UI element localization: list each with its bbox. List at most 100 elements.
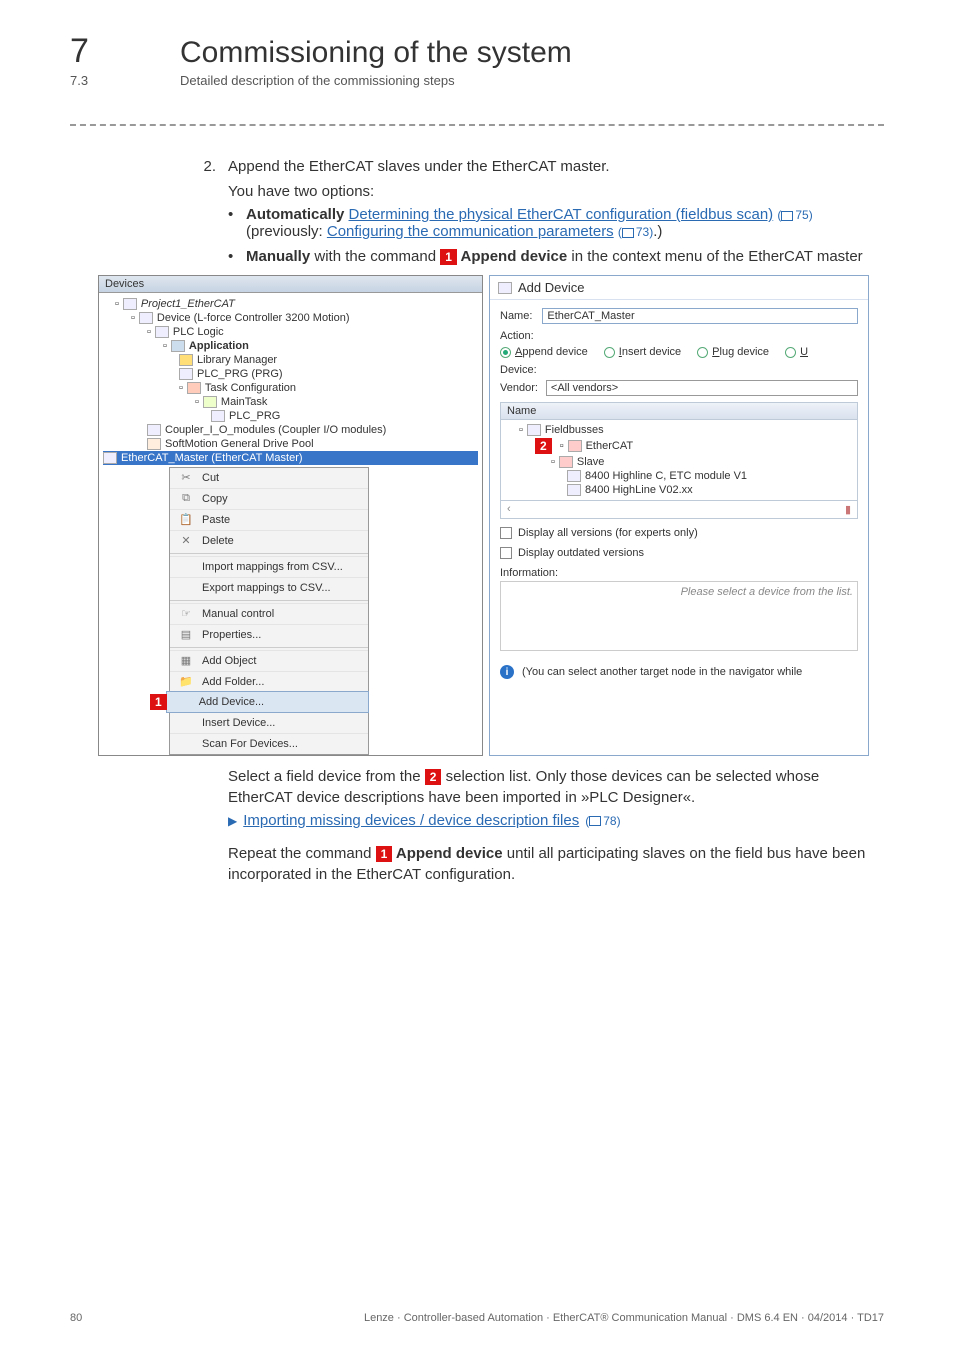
cut-icon: ✂: [178, 471, 194, 485]
prg-icon: [179, 368, 193, 380]
manual-t1: with the command: [310, 248, 440, 265]
tree-coupler[interactable]: Coupler_I_O_modules (Coupler I/O modules…: [165, 424, 386, 436]
ctx-add-device[interactable]: Add Device...: [166, 691, 369, 713]
tree-plc-prg-leaf[interactable]: PLC_PRG: [229, 410, 280, 422]
tree-ethercat-master[interactable]: EtherCAT_Master (EtherCAT Master): [121, 452, 303, 464]
radio-insert-label: Insert device: [619, 346, 681, 358]
dialog-icon: [498, 282, 512, 294]
ctx-export-csv[interactable]: Export mappings to CSV...: [170, 577, 368, 598]
scrollbar[interactable]: ‹▮: [500, 501, 858, 519]
radio-append[interactable]: [500, 347, 511, 358]
devices-panel: Devices ▫ Project1_EtherCAT ▫ Device (L-fo…: [98, 275, 483, 756]
hand-icon: ☞: [178, 607, 194, 621]
auto-ref: 75: [795, 208, 808, 222]
prev-link[interactable]: Configuring the communication parameters: [327, 223, 614, 240]
tree-expander-icon[interactable]: ▫: [179, 382, 183, 394]
info-icon: i: [500, 665, 514, 679]
checkbox-expert-label: Display all versions (for experts only): [518, 527, 698, 539]
fieldbusses-node[interactable]: Fieldbusses: [545, 424, 604, 436]
name-label: Name:: [500, 310, 532, 322]
tree-task-cfg[interactable]: Task Configuration: [205, 382, 296, 394]
auto-link[interactable]: Determining the physical EtherCAT config…: [349, 206, 774, 223]
ctx-cut[interactable]: ✂ Cut: [170, 468, 368, 488]
ctx-insert-device[interactable]: Insert Device...: [170, 712, 368, 733]
device-list-header: Name: [500, 402, 858, 420]
coupler-icon: [147, 424, 161, 436]
radio-update[interactable]: [785, 347, 796, 358]
ctx-manual-control[interactable]: ☞Manual control: [170, 603, 368, 624]
ctx-import-csv[interactable]: Import mappings from CSV...: [170, 556, 368, 577]
callout-1-text: 1: [376, 846, 393, 862]
ctx-add-folder-label: Add Folder...: [202, 676, 264, 688]
tree-project[interactable]: Project1_EtherCAT: [141, 298, 235, 310]
tree-expander-icon[interactable]: ▫: [115, 298, 119, 310]
radio-append-label: Append device: [515, 346, 588, 358]
ctx-import-label: Import mappings from CSV...: [202, 561, 343, 573]
tree-application[interactable]: Application: [189, 340, 249, 352]
checkbox-outdated[interactable]: [500, 547, 512, 559]
checkbox-expert[interactable]: [500, 527, 512, 539]
step-text: Append the EtherCAT slaves under the Eth…: [228, 158, 884, 175]
device-icon: [139, 312, 153, 324]
section-number: 7.3: [70, 73, 140, 88]
callout-2: 2: [535, 438, 552, 454]
header-divider: [70, 124, 884, 126]
ethercat-node[interactable]: EtherCAT: [586, 440, 633, 452]
task-cfg-icon: [187, 382, 201, 394]
prev-close: .): [653, 223, 662, 240]
fieldbus-icon: [527, 424, 541, 436]
tree-device[interactable]: Device (L-force Controller 3200 Motion): [157, 312, 350, 324]
tree-expander-icon[interactable]: ▫: [560, 440, 564, 452]
vendor-select[interactable]: <All vendors>: [546, 380, 858, 396]
ctx-paste-label: Paste: [202, 514, 230, 526]
tree-expander-icon[interactable]: ▫: [551, 456, 555, 468]
radio-insert[interactable]: [604, 347, 615, 358]
hint-text: (You can select another target node in t…: [522, 666, 802, 678]
information-box: Please select a device from the list.: [500, 581, 858, 651]
book-icon: [589, 816, 601, 826]
tree-expander-icon[interactable]: ▫: [195, 396, 199, 408]
ctx-scan-devices[interactable]: Scan For Devices...: [170, 733, 368, 754]
prev-text: (previously:: [246, 223, 323, 240]
radio-plug[interactable]: [697, 347, 708, 358]
device-leaf-2[interactable]: 8400 HighLine V02.xx: [585, 484, 693, 496]
tree-plc-logic[interactable]: PLC Logic: [173, 326, 224, 338]
tree-expander-icon[interactable]: ▫: [131, 312, 135, 324]
ctx-copy[interactable]: ⧉Copy: [170, 488, 368, 509]
ctx-add-object[interactable]: ▦Add Object: [170, 650, 368, 671]
ctx-paste[interactable]: 📋Paste: [170, 509, 368, 530]
ctx-cut-label: Cut: [202, 472, 219, 484]
slave-icon: [559, 456, 573, 468]
tree-softmotion[interactable]: SoftMotion General Drive Pool: [165, 438, 314, 450]
import-ref: 78: [603, 814, 616, 828]
tree-library[interactable]: Library Manager: [197, 354, 277, 366]
tree-maintask[interactable]: MainTask: [221, 396, 267, 408]
device-leaf-1[interactable]: 8400 Highline C, ETC module V1: [585, 470, 747, 482]
tree-expander-icon[interactable]: ▫: [163, 340, 167, 352]
ctx-delete[interactable]: ✕Delete: [170, 530, 368, 551]
bullet-dot: •: [228, 206, 238, 223]
tree-expander-icon[interactable]: ▫: [519, 424, 523, 436]
device-leaf-icon: [567, 470, 581, 482]
below-p2a: Repeat the command: [228, 845, 376, 862]
import-link[interactable]: Importing missing devices / device descr…: [243, 812, 579, 829]
checkbox-outdated-label: Display outdated versions: [518, 547, 644, 559]
ctx-properties[interactable]: ▤Properties...: [170, 624, 368, 645]
ctx-add-folder[interactable]: 📁Add Folder...: [170, 671, 368, 692]
vendor-label: Vendor:: [500, 382, 538, 394]
ctx-insert-device-label: Insert Device...: [202, 717, 275, 729]
manual-label: Manually: [246, 248, 310, 265]
page-number: 80: [70, 1312, 82, 1324]
tree-expander-icon[interactable]: ▫: [147, 326, 151, 338]
name-input[interactable]: EtherCAT_Master: [542, 308, 858, 324]
below-p2b: Append device: [392, 845, 502, 862]
step-number: 2.: [198, 158, 216, 175]
slave-node[interactable]: Slave: [577, 456, 605, 468]
ctx-add-object-label: Add Object: [202, 655, 256, 667]
add-device-title: Add Device: [518, 280, 584, 295]
prev-ref: 73: [636, 225, 649, 239]
chapter-number: 7: [70, 32, 140, 71]
library-icon: [179, 354, 193, 366]
tree-plc-prg[interactable]: PLC_PRG (PRG): [197, 368, 283, 380]
devices-title: Devices: [99, 276, 482, 293]
